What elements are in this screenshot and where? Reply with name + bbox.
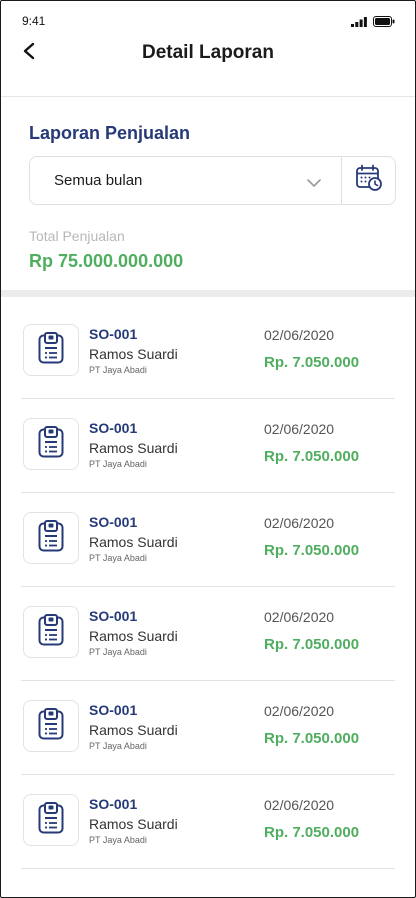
customer-name: Ramos Suardi [89,722,178,738]
order-amount: Rp. 7.050.000 [264,354,360,371]
phone-screen: 9:41 Detail Laporan Laporan Penjualan Se… [0,0,416,898]
list-item[interactable]: SO-001 Ramos Suardi PT Jaya Abadi 02/06/… [21,775,395,869]
order-date: 02/06/2020 [264,609,335,625]
order-amount: Rp. 7.050.000 [264,448,360,465]
order-date: 02/06/2020 [264,797,335,813]
document-icon-box [23,324,79,376]
month-filter-select[interactable]: Semua bulan [29,156,342,205]
order-code: SO-001 [89,420,138,436]
order-date: 02/06/2020 [264,515,335,531]
status-time: 9:41 [22,14,46,28]
list-item[interactable]: SO-001 Ramos Suardi PT Jaya Abadi 02/06/… [21,399,395,493]
list-item[interactable]: SO-001 Ramos Suardi PT Jaya Abadi 02/06/… [21,681,395,775]
page-title: Detail Laporan [142,42,274,63]
company-name: PT Jaya Abadi [89,741,147,751]
document-icon [38,331,64,369]
order-code: SO-001 [89,702,138,718]
company-name: PT Jaya Abadi [89,459,147,469]
order-code: SO-001 [89,608,138,624]
calendar-clock-icon [355,164,383,197]
document-icon [38,425,64,463]
order-amount: Rp. 7.050.000 [264,824,360,841]
total-sales-label: Total Penjualan [29,228,125,244]
order-code: SO-001 [89,514,138,530]
order-code: SO-001 [89,796,138,812]
section-title: Laporan Penjualan [29,123,191,143]
document-icon-box [23,794,79,846]
status-icons [351,14,395,32]
document-icon-box [23,606,79,658]
order-amount: Rp. 7.050.000 [264,542,360,559]
status-bar: 9:41 [1,1,415,37]
customer-name: Ramos Suardi [89,346,178,362]
customer-name: Ramos Suardi [89,628,178,644]
calendar-button[interactable] [341,156,396,205]
order-amount: Rp. 7.050.000 [264,636,360,653]
list-item[interactable]: SO-001 Ramos Suardi PT Jaya Abadi 02/06/… [21,305,395,399]
order-amount: Rp. 7.050.000 [264,730,360,747]
total-sales-value: Rp 75.000.000.000 [29,251,184,271]
list-item[interactable]: SO-001 Ramos Suardi PT Jaya Abadi 02/06/… [21,587,395,681]
company-name: PT Jaya Abadi [89,553,147,563]
company-name: PT Jaya Abadi [89,365,147,375]
month-filter-value: Semua bulan [54,172,143,189]
customer-name: Ramos Suardi [89,534,178,550]
document-icon-box [23,512,79,564]
document-icon [38,801,64,839]
chevron-down-icon [307,175,321,193]
company-name: PT Jaya Abadi [89,835,147,845]
company-name: PT Jaya Abadi [89,647,147,657]
order-date: 02/06/2020 [264,703,335,719]
document-icon-box [23,700,79,752]
document-icon [38,519,64,557]
document-icon [38,613,64,651]
list-item[interactable]: SO-001 Ramos Suardi PT Jaya Abadi 02/06/… [21,493,395,587]
app-header: Detail Laporan [1,37,415,97]
document-icon [38,707,64,745]
customer-name: Ramos Suardi [89,816,178,832]
customer-name: Ramos Suardi [89,440,178,456]
document-icon-box [23,418,79,470]
order-code: SO-001 [89,326,138,342]
signal-icon [351,14,367,32]
order-date: 02/06/2020 [264,327,335,343]
order-list: SO-001 Ramos Suardi PT Jaya Abadi 02/06/… [1,305,415,869]
battery-icon [373,14,395,32]
section-divider [1,290,415,297]
order-date: 02/06/2020 [264,421,335,437]
